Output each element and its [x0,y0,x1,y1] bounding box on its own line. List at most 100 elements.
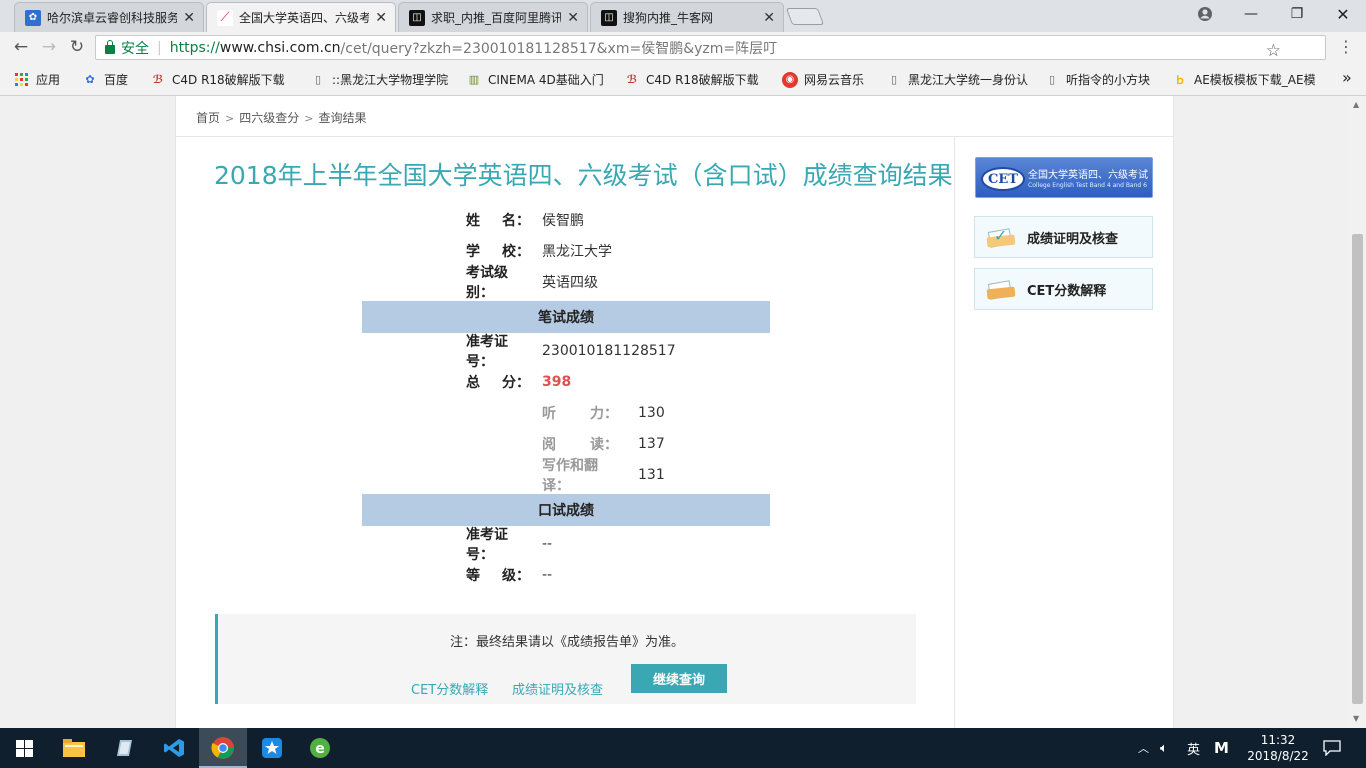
close-tab-icon[interactable]: ✕ [567,10,579,26]
reload-icon[interactable]: ↻ [66,36,88,58]
note-box: 注：最终结果请以《成绩报告单》为准。 CET分数解释 成绩证明及核查 继续查询 [215,614,916,704]
clock-date: 2018/8/22 [1247,749,1309,763]
tray-expand-icon[interactable]: ︿ [1138,728,1149,768]
writing-score: 131 [638,467,665,483]
b-logo-icon: ℬ [152,73,164,86]
tab-nowcoder-1[interactable]: ◫ 求职_内推_百度阿里腾讯 ✕ [398,2,588,32]
scrollbar-thumb[interactable] [1352,234,1363,704]
tab-cet-result[interactable]: ⟋ 全国大学英语四、六级考 ✕ [206,2,396,32]
breadcrumb-cet[interactable]: 四六级查分 [239,111,299,125]
oral-score-header: 口试成绩 [362,494,770,526]
reading-label: 阅读： [542,437,618,453]
window-close-icon[interactable]: ✕ [1320,0,1366,28]
oral-ticket-value: -- [542,536,553,552]
windows-start-icon[interactable] [0,728,48,768]
tab-title: 搜狗内推_牛客网 [623,11,714,25]
forward-arrow-icon[interactable]: → [38,36,60,58]
score-certificate-label: 成绩证明及核查 [1027,231,1119,247]
bookmark-label: CINEMA 4D基础入门 [488,73,604,87]
baidu-paw-icon: ✿ [85,73,95,86]
tab-hrb-zhuoyun[interactable]: ✿ 哈尔滨卓云睿创科技服务 ✕ [14,2,204,32]
breadcrumb-home[interactable]: 首页 [196,111,220,125]
file-explorer-icon[interactable] [50,728,98,768]
bookmark-netease-music[interactable]: ◉ 网易云音乐 [782,71,864,88]
cet-score-explain-link[interactable]: CET分数解释 [411,679,488,698]
oral-grade-label: 等级： [466,568,530,584]
new-tab-button[interactable] [785,8,825,25]
windows-taskbar: e ︿ 🔈︎ 英 M 11:32 2018/8/22 [0,728,1366,768]
bookmark-cinema4d[interactable]: ▥ CINEMA 4D基础入门 [466,71,604,88]
school-label: 学校： [466,244,530,260]
breadcrumb-current: 查询结果 [318,111,367,125]
divider [176,136,1173,137]
bookmark-star-icon[interactable]: ☆ [1266,41,1281,61]
scroll-up-arrow-icon[interactable]: ▲ [1353,100,1359,109]
page-scrollbar[interactable]: ▲ ▼ [1349,96,1366,728]
bookmark-hlju-physics[interactable]: ▯ ::黑龙江大学物理学院 [310,71,448,88]
nowcoder-icon: ◫ [409,9,425,26]
notification-icon[interactable] [1323,728,1341,768]
profile-icon[interactable] [1182,0,1228,28]
certificate-check-icon: ✓ [985,224,1019,250]
bookmark-label: 黑龙江大学统一身份认 [908,73,1029,87]
apps-grid-icon [14,72,30,88]
close-tab-icon[interactable]: ✕ [183,10,195,26]
url-scheme: https:// [169,39,220,56]
cet-banner[interactable]: CET 全国大学英语四、六级考试 College English Test Ba… [975,157,1153,198]
bookmark-label: 应用 [36,73,61,87]
score-certificate-button[interactable]: ✓ 成绩证明及核查 [974,216,1153,258]
lock-icon [105,40,115,54]
score-certificate-link[interactable]: 成绩证明及核查 [512,679,603,698]
nowcoder-icon: ◫ [601,9,617,26]
bookmark-c4d-1[interactable]: ℬ C4D R18破解版下载 [150,71,285,88]
bookmark-hlju-auth[interactable]: ▯ 黑龙江大学统一身份认 [886,71,1028,88]
tab-nowcoder-2[interactable]: ◫ 搜狗内推_牛客网 ✕ [590,2,784,32]
cet-logo: CET [981,167,1025,191]
listening-score: 130 [638,405,665,421]
back-arrow-icon[interactable]: ← [10,36,32,58]
taskbar-clock[interactable]: 11:32 2018/8/22 [1245,732,1311,764]
tab-strip: ✿ 哈尔滨卓云睿创科技服务 ✕ ⟋ 全国大学英语四、六级考 ✕ ◫ 求职_内推_… [0,0,1366,32]
bookmark-label: AE模板模板下载_AE模 [1194,73,1316,87]
bookmark-label: C4D R18破解版下载 [646,73,759,87]
cet-banner-title: 全国大学英语四、六级考试 [1028,170,1148,181]
b-logo-icon: ℬ [626,73,638,86]
note-text: 注：最终结果请以《成绩报告单》为准。 [449,635,684,650]
cet-score-explain-button[interactable]: CET分数解释 [974,268,1153,310]
bookmark-little-block[interactable]: ▯ 听指令的小方块 [1044,71,1150,88]
volume-icon[interactable]: 🔈︎ [1160,728,1168,768]
tab-title: 哈尔滨卓云睿创科技服务 [47,11,178,25]
cet-banner-subtitle: College English Test Band 4 and Band 6 [1028,182,1147,189]
star-app-icon[interactable] [248,728,296,768]
url-path: /cet/query?zkzh=230010181128517&xm=侯智鹏&y… [340,40,778,57]
tab-title: 求职_内推_百度阿里腾讯 [431,11,562,25]
browser-menu-icon[interactable]: ⋮ [1338,37,1354,56]
bookmark-baidu[interactable]: ✿ 百度 [82,71,128,88]
chrome-icon[interactable] [199,728,247,768]
bookmarks-bar: 应用 ✿ 百度 ℬ C4D R18破解版下载 ▯ ::黑龙江大学物理学院 ▥ C… [0,62,1366,96]
close-tab-icon[interactable]: ✕ [375,10,387,26]
minimize-icon[interactable]: — [1228,0,1274,28]
restore-icon[interactable]: ❐ [1274,0,1320,28]
more-bookmarks-icon[interactable]: » [1342,68,1352,87]
address-bar[interactable]: 安全 | https://www.chsi.com.cn/cet/query?z… [95,35,1326,61]
school-value: 黑龙江大学 [542,244,612,260]
close-tab-icon[interactable]: ✕ [763,10,775,26]
breadcrumb-separator: > [225,112,235,125]
breadcrumb: 首页 > 四六级查分 > 查询结果 [196,109,366,126]
ime-mode-indicator[interactable]: M [1214,728,1229,768]
cet-score-explain-label: CET分数解释 [1027,283,1107,299]
notes-app-icon[interactable] [100,728,148,768]
page-icon: ▯ [1048,73,1056,86]
continue-query-button[interactable]: 继续查询 [631,664,727,693]
bookmark-ae-templates[interactable]: ｂ AE模板模板下载_AE模 [1172,71,1316,88]
scroll-down-arrow-icon[interactable]: ▼ [1353,714,1359,723]
bookmark-apps[interactable]: 应用 [14,71,60,88]
bookmark-c4d-2[interactable]: ℬ C4D R18破解版下载 [624,71,759,88]
vscode-icon[interactable] [150,728,198,768]
bookmark-label: ::黑龙江大学物理学院 [332,73,449,87]
name-label: 姓名： [466,213,530,229]
breadcrumb-separator: > [304,112,314,125]
ime-lang-indicator[interactable]: 英 [1187,728,1200,768]
browser-e-icon[interactable]: e [296,728,344,768]
